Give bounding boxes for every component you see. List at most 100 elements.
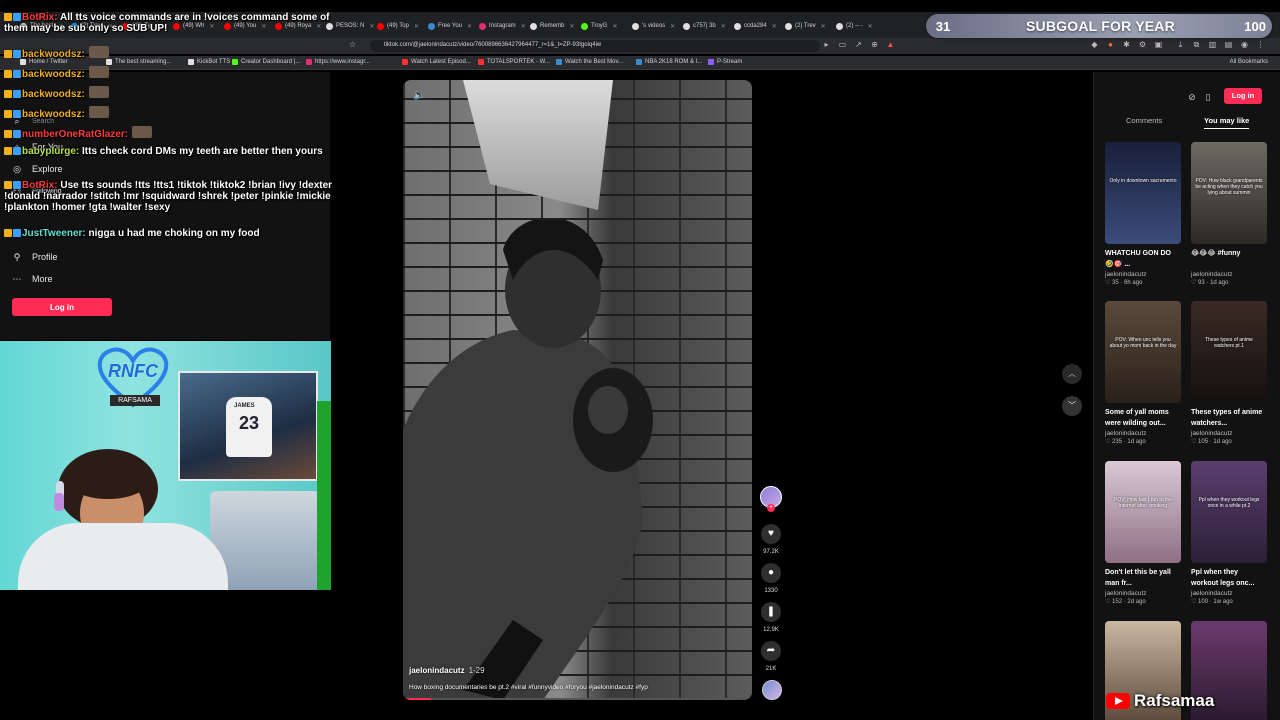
mute-icon[interactable]: 🔈 [413, 90, 425, 101]
compass-small-icon[interactable]: ⊘ [1186, 91, 1198, 103]
tab-close-icon[interactable]: ✕ [521, 23, 526, 30]
url-field[interactable]: tiktok.com/@jaelonindacutz/video/7600896… [370, 40, 820, 52]
chat-username[interactable]: babyplurge: [22, 146, 79, 157]
bookmark-item[interactable]: P-Stream [708, 59, 742, 65]
browser-tab[interactable]: Instagram ✕ [479, 18, 527, 34]
tab-close-icon[interactable]: ✕ [467, 23, 472, 30]
browser-tab[interactable]: TroyG ✕ [581, 18, 629, 34]
video-card-author[interactable]: jaelonindacutz [1191, 271, 1267, 278]
nav-item-explore[interactable]: ◎ Explore [12, 164, 62, 174]
bookmark-item[interactable]: NBA 2K18 ROM & I... [636, 59, 702, 65]
browser-tab[interactable]: Rememb ✕ [530, 18, 578, 34]
browser-tab[interactable]: ccda284 ✕ [734, 18, 782, 34]
video-card[interactable]: POV: When unc tells you about yo mom bac… [1105, 301, 1181, 445]
login-button-header[interactable]: Log in [1224, 88, 1262, 104]
save-button[interactable]: ❚ [761, 602, 781, 622]
bookmark-star-icon[interactable]: ☆ [348, 40, 357, 49]
chat-username[interactable]: BotRix: [22, 180, 58, 191]
video-card-title[interactable]: Ppl when they workout legs onc... [1191, 567, 1267, 589]
like-button[interactable]: ♥ [761, 524, 781, 544]
video-card-title[interactable]: These types of anime watchers... [1191, 407, 1267, 429]
comment-button[interactable]: ● [761, 563, 781, 583]
tab-you-may-like[interactable]: You may like [1204, 116, 1250, 129]
video-card-author[interactable]: jaelonindacutz [1191, 590, 1267, 597]
bookmark-item[interactable]: Watch Latest Episod... [402, 59, 471, 65]
extension-fire-icon[interactable]: ● [1106, 40, 1115, 49]
bookmark-item[interactable]: Watch the Best Mov... [556, 59, 623, 65]
cast-icon[interactable]: ▸ [822, 40, 831, 49]
previous-video-button[interactable]: ︿ [1062, 364, 1082, 384]
extension-puzzle-icon[interactable]: ✱ [1122, 40, 1131, 49]
share-icon[interactable]: ↗ [854, 40, 863, 49]
video-thumbnail[interactable]: These types of anime watchers pt.1 [1191, 301, 1267, 403]
phone-icon[interactable]: ▯ [1202, 91, 1214, 103]
video-thumbnail[interactable]: POV: When unc tells you about yo mom bac… [1105, 301, 1181, 403]
video-thumbnail[interactable]: Only in downtown sacramento [1105, 142, 1181, 244]
video-thumbnail[interactable]: POV: How fast I run to the internet afte… [1105, 461, 1181, 563]
video-card-title[interactable]: WHATCHU GON DO 🤣🎯 ... [1105, 248, 1181, 270]
tab-close-icon[interactable]: ✕ [772, 23, 777, 30]
menu-dots-icon[interactable]: ⋮ [1256, 40, 1265, 49]
tab-close-icon[interactable]: ✕ [612, 23, 617, 30]
browser-tab[interactable]: 's videos ✕ [632, 18, 680, 34]
extension-window-icon[interactable]: ▣ [1154, 40, 1163, 49]
zoom-icon[interactable]: ⊕ [870, 40, 879, 49]
video-card-title[interactable]: Some of yall moms were wilding out... [1105, 407, 1181, 429]
extension-pin-icon[interactable]: ◆ [1090, 40, 1099, 49]
download-icon[interactable]: ⤓ [1176, 40, 1185, 49]
video-card-author[interactable]: jaelonindacutz [1105, 271, 1181, 278]
tab-close-icon[interactable]: ✕ [670, 23, 675, 30]
video-card-title[interactable]: 😂😂😂 #funny [1191, 248, 1267, 270]
video-card-author[interactable]: jaelonindacutz [1105, 430, 1181, 437]
bookmark-item[interactable]: TOTALSPORTEK - W... [478, 59, 550, 65]
chat-username[interactable]: backwoodsz: [22, 69, 85, 80]
video-card[interactable]: POV: How fast I run to the internet afte… [1105, 461, 1181, 605]
extensions-icon[interactable]: ⧉ [1192, 40, 1201, 49]
music-disc-icon[interactable] [762, 680, 782, 700]
tab-close-icon[interactable]: ✕ [369, 23, 374, 30]
chat-username[interactable]: backwoodsz: [22, 49, 85, 60]
login-button-sidebar[interactable]: Log in [12, 298, 112, 316]
share-button[interactable]: ➦ [761, 641, 781, 661]
chat-username[interactable]: backwoodsz: [22, 109, 85, 120]
chat-username[interactable]: backwoodsz: [22, 89, 85, 100]
video-author[interactable]: jaelonindacutz 1-29 [409, 666, 485, 675]
browser-tab[interactable]: (49) Top ✕ [377, 18, 425, 34]
browser-tab[interactable]: (2) -- - ✕ [836, 18, 884, 34]
video-card[interactable]: Only in downtown sacramento WHATCHU GON D… [1105, 142, 1181, 286]
video-card-author[interactable]: jaelonindacutz [1105, 590, 1181, 597]
tab-search-icon[interactable]: ▤ [1224, 40, 1233, 49]
video-card[interactable]: Ppl when they workout legs once in a whi… [1191, 461, 1267, 605]
video-player[interactable]: 🔈 jaelonindacutz 1-29 How boxing document… [403, 80, 752, 700]
browser-tab[interactable]: c757j 3b ✕ [683, 18, 731, 34]
video-card[interactable]: POV: How black grandparents be acting wh… [1191, 142, 1267, 286]
video-thumbnail[interactable]: Ppl when they workout legs once in a whi… [1191, 461, 1267, 563]
all-bookmarks-link[interactable]: All Bookmarks [1230, 59, 1268, 65]
nav-item-profile[interactable]: ⚲ Profile [12, 252, 58, 262]
chat-username[interactable]: BotRix: [22, 12, 58, 23]
video-author-name[interactable]: jaelonindacutz [409, 666, 465, 675]
chat-username[interactable]: numberOneRatGlazer: [22, 129, 128, 140]
tab-close-icon[interactable]: ✕ [414, 23, 419, 30]
video-card-title[interactable]: Don't let this be yall man fr... [1105, 567, 1181, 589]
screenshot-icon[interactable]: ▭ [838, 40, 847, 49]
extension-icon[interactable]: ▲ [886, 40, 895, 49]
chat-username[interactable]: JustTweener: [22, 228, 86, 239]
extension-gear-icon[interactable]: ⚙ [1138, 40, 1147, 49]
browser-tab[interactable]: Free You ✕ [428, 18, 476, 34]
nav-item-more[interactable]: ⋯ More [12, 274, 53, 284]
tab-close-icon[interactable]: ✕ [868, 23, 873, 30]
tab-close-icon[interactable]: ✕ [721, 23, 726, 30]
video-progress-bar[interactable] [403, 698, 752, 700]
sidebar-icon[interactable]: ▥ [1208, 40, 1217, 49]
follow-plus-icon[interactable]: + [767, 504, 775, 512]
next-video-button[interactable]: ﹀ [1062, 396, 1082, 416]
tab-comments[interactable]: Comments [1126, 116, 1162, 125]
video-card-author[interactable]: jaelonindacutz [1191, 430, 1267, 437]
profile-icon[interactable]: ◉ [1240, 40, 1249, 49]
browser-tab[interactable]: (2) Trev ✕ [785, 18, 833, 34]
video-card[interactable]: These types of anime watchers pt.1 These … [1191, 301, 1267, 445]
tab-close-icon[interactable]: ✕ [821, 23, 826, 30]
tab-close-icon[interactable]: ✕ [569, 23, 574, 30]
video-thumbnail[interactable]: POV: How black grandparents be acting wh… [1191, 142, 1267, 244]
